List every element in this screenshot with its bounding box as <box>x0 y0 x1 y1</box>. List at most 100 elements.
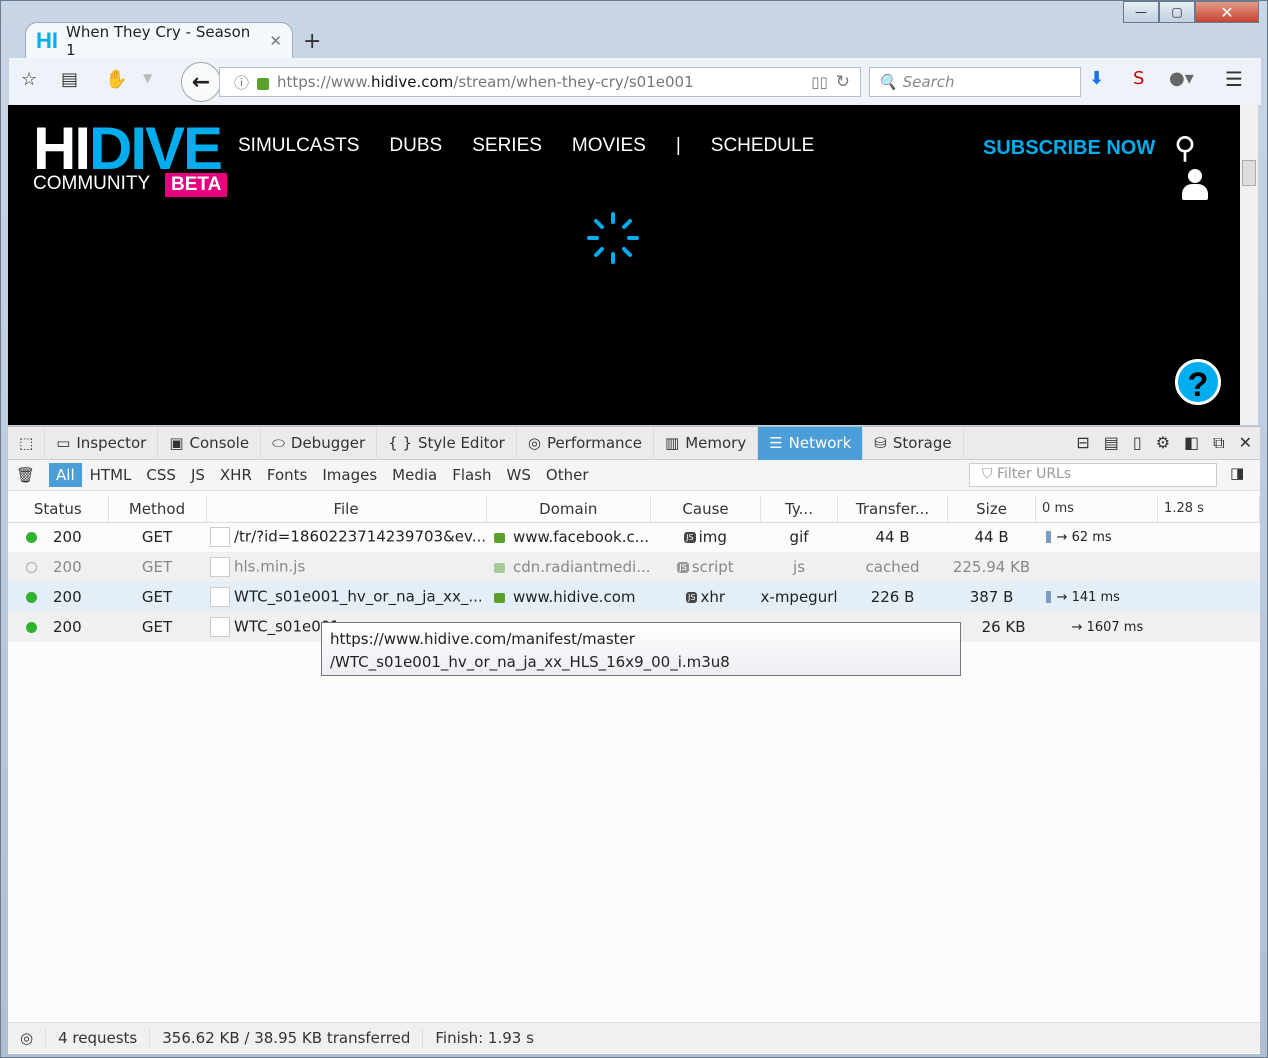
col-status[interactable]: Status <box>8 496 109 523</box>
col-method[interactable]: Method <box>108 496 207 523</box>
menu-icon[interactable]: ☰ <box>1225 67 1243 91</box>
toggle-sidebar-icon[interactable]: ◨ <box>1230 464 1244 482</box>
filter-images[interactable]: Images <box>315 463 384 487</box>
thumbnail <box>210 527 230 548</box>
filter-flash[interactable]: Flash <box>445 463 498 487</box>
devtools-tabs: ⬚ ▭ Inspector ▣ Console ⬭ Debugger { } Style… <box>8 426 1260 460</box>
col-type[interactable]: Ty... <box>760 496 839 523</box>
browser-tab[interactable]: HI When They Cry - Season 1 ✕ <box>25 22 293 59</box>
clear-trash-icon[interactable]: 🗑 <box>16 466 35 484</box>
filter-all[interactable]: All <box>49 463 82 487</box>
responsive-design-icon[interactable]: ▯ <box>1133 433 1142 453</box>
undock-icon[interactable]: ⧉ <box>1213 433 1224 453</box>
lock-icon <box>494 532 506 543</box>
status-dot-icon <box>26 622 37 633</box>
loading-spinner-icon <box>587 212 639 264</box>
hidive-logo[interactable]: HIDIVE <box>33 119 223 179</box>
reader-view-icon[interactable]: ▯▯ <box>811 73 828 91</box>
tab-console[interactable]: ▣ Console <box>158 426 262 460</box>
timing-bar <box>1045 531 1051 544</box>
filter-media[interactable]: Media <box>385 463 444 487</box>
filter-js[interactable]: JS <box>184 463 212 487</box>
table-row[interactable]: 200 GET hls.min.js cdn.radiantmedi... JS… <box>8 552 1260 582</box>
tab-debugger[interactable]: ⬭ Debugger <box>261 426 378 460</box>
addon-icon[interactable]: S <box>1133 68 1144 89</box>
nav-series[interactable]: SERIES <box>472 135 542 157</box>
tab-style-editor[interactable]: { } Style Editor <box>377 426 517 460</box>
table-row[interactable]: 200 GET WTC_s01e001_hv_or_na_ja_xx_... w… <box>8 582 1260 612</box>
tab-title: When They Cry - Season 1 <box>66 23 251 59</box>
tab-inspector[interactable]: ▭ Inspector <box>45 426 159 460</box>
site-search-icon[interactable]: ⚲ <box>1174 131 1196 166</box>
col-cause[interactable]: Cause <box>650 496 762 523</box>
dropdown-icon[interactable]: ▼ <box>143 71 152 85</box>
filter-html[interactable]: HTML <box>83 463 139 487</box>
profile-icon[interactable]: ●▾ <box>1169 68 1194 89</box>
filter-xhr[interactable]: XHR <box>213 463 259 487</box>
col-size[interactable]: Size <box>947 496 1037 523</box>
beta-badge: BETA <box>165 173 228 197</box>
responsive-layout-icon[interactable]: ⊟ <box>1076 433 1089 453</box>
minimize-button[interactable]: — <box>1123 1 1159 23</box>
site-favicon: HI <box>36 28 58 53</box>
col-waterfall-start[interactable]: 0 ms <box>1035 496 1159 523</box>
download-icon[interactable]: ⬇ <box>1089 68 1104 89</box>
performance-analysis-icon[interactable]: ◎ <box>8 1029 47 1047</box>
maximize-button[interactable]: ▢ <box>1159 1 1195 23</box>
nav-dubs[interactable]: DUBS <box>389 135 442 157</box>
thumbnail <box>210 557 230 577</box>
dock-side-icon[interactable]: ◧ <box>1184 433 1199 453</box>
close-window-button[interactable]: ✕ <box>1195 1 1259 23</box>
pick-element-button[interactable]: ⬚ <box>8 426 46 460</box>
filter-urls-input[interactable]: ⛉ Filter URLs <box>969 463 1217 487</box>
scratchpad-icon[interactable]: ▤ <box>1104 433 1119 453</box>
scrollbar-thumb[interactable] <box>1242 160 1256 186</box>
user-icon[interactable] <box>1182 169 1208 201</box>
search-box[interactable]: 🔍 Search <box>869 67 1081 97</box>
help-button[interactable]: ? <box>1175 359 1221 405</box>
filter-css[interactable]: CSS <box>139 463 183 487</box>
subscribe-button[interactable]: SUBSCRIBE NOW <box>983 137 1155 160</box>
filter-other[interactable]: Other <box>539 463 596 487</box>
window-controls: — ▢ ✕ <box>1123 1 1259 23</box>
col-transferred[interactable]: Transfer... <box>837 496 949 523</box>
back-button[interactable]: ← <box>181 62 221 102</box>
lock-icon <box>494 562 506 573</box>
filter-ws[interactable]: WS <box>500 463 538 487</box>
tab-network[interactable]: ☰ Network <box>758 426 864 460</box>
community-label[interactable]: COMMUNITY <box>33 173 150 195</box>
network-requests-table: Status Method File Domain Cause Ty... Tr… <box>8 496 1260 642</box>
network-icon: ☰ <box>769 434 783 452</box>
col-domain[interactable]: Domain <box>486 496 652 523</box>
performance-icon: ◎ <box>527 434 541 452</box>
status-dot-icon <box>26 562 37 573</box>
page-scrollbar[interactable] <box>1240 105 1258 425</box>
tab-storage[interactable]: ⛁ Storage <box>863 426 964 460</box>
reading-list-icon[interactable]: ▤ <box>61 69 78 90</box>
tab-memory[interactable]: ▥ Memory <box>654 426 759 460</box>
status-dot-icon <box>26 592 37 603</box>
bookmark-star-icon[interactable]: ☆ <box>21 69 37 90</box>
memory-icon: ▥ <box>665 434 680 452</box>
reload-icon[interactable]: ↻ <box>836 72 850 92</box>
filter-fonts[interactable]: Fonts <box>260 463 314 487</box>
info-icon[interactable]: ⓘ <box>234 72 249 93</box>
table-row[interactable]: 200 GET /tr/?id=1860223714239703&ev... w… <box>8 522 1260 552</box>
url-bar[interactable]: ⓘ https://www.hidive.com/stream/when-the… <box>219 67 861 97</box>
nav-toolbar: ☆ ▤ ✋ ▼ ← ⓘ https://www.hidive.com/strea… <box>9 58 1261 106</box>
inspector-icon: ▭ <box>56 434 71 452</box>
url-text: https://www.hidive.com/stream/when-they-… <box>277 73 694 91</box>
extension-icon[interactable]: ✋ <box>105 69 127 90</box>
nav-simulcasts[interactable]: SIMULCASTS <box>238 135 359 157</box>
close-tab-icon[interactable]: ✕ <box>269 32 282 50</box>
thumbnail <box>210 617 230 637</box>
nav-movies[interactable]: MOVIES <box>572 135 646 157</box>
nav-schedule[interactable]: SCHEDULE <box>711 135 814 157</box>
col-file[interactable]: File <box>206 496 487 523</box>
console-icon: ▣ <box>169 434 184 452</box>
close-devtools-icon[interactable]: ✕ <box>1239 433 1252 453</box>
transfer-size: 356.62 KB / 38.95 KB transferred <box>150 1029 424 1047</box>
new-tab-button[interactable]: + <box>303 29 321 54</box>
settings-gear-icon[interactable]: ⚙ <box>1156 433 1170 453</box>
tab-performance[interactable]: ◎ Performance <box>517 426 654 460</box>
